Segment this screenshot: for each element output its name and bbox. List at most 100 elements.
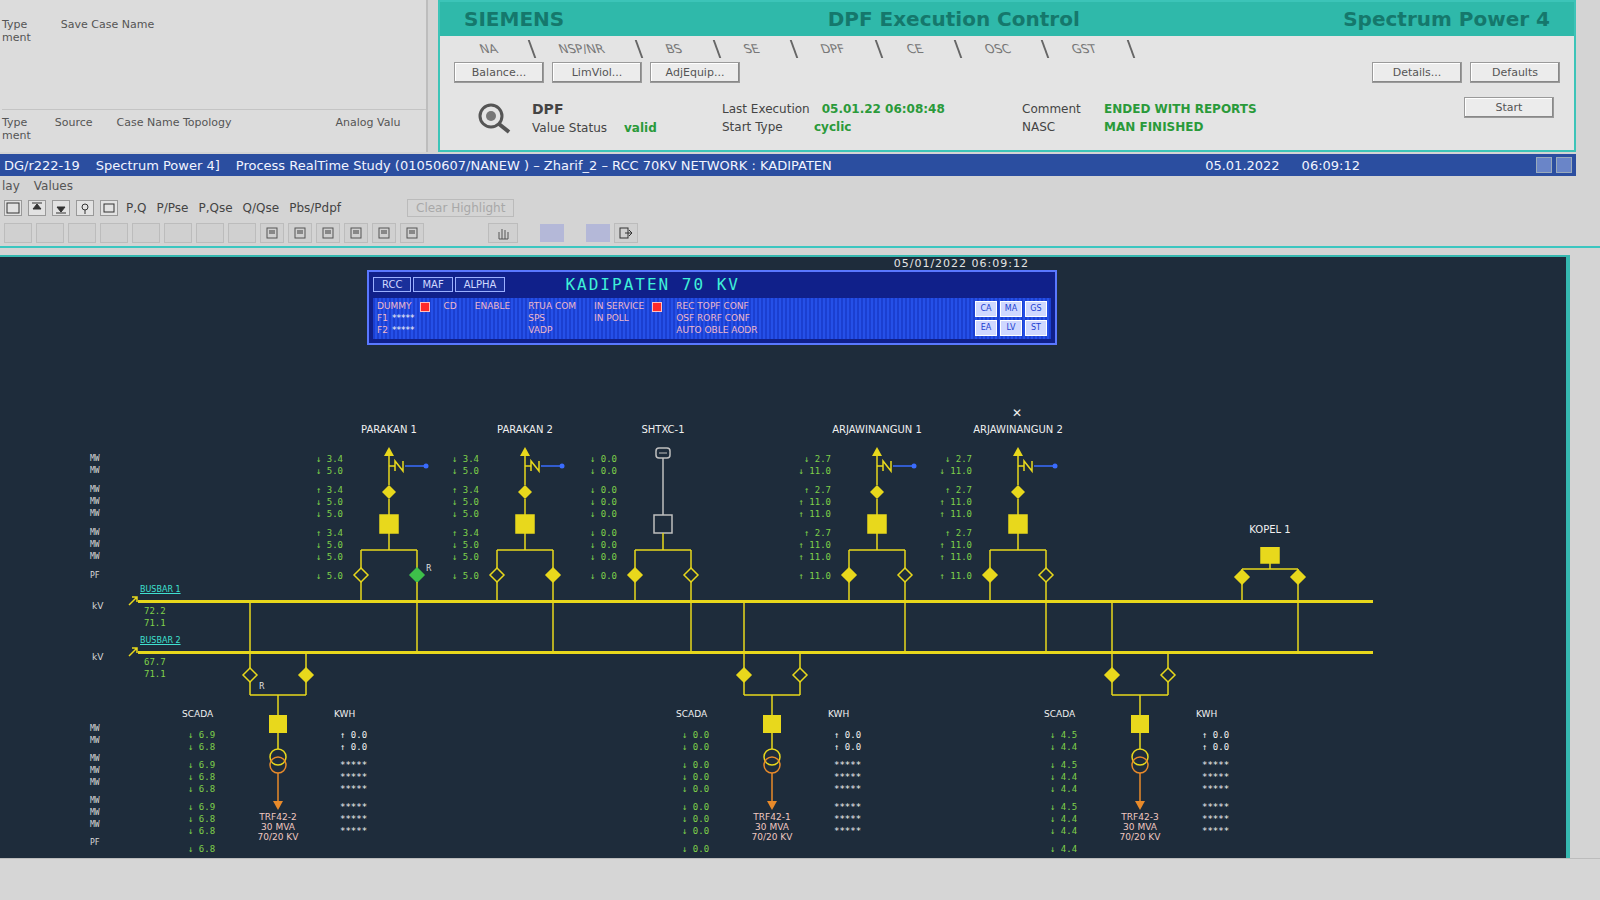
tool-icon[interactable] (372, 223, 396, 243)
display-mode-button[interactable]: P,Qse (196, 201, 234, 215)
case-column-header[interactable]: Analog Valu (336, 116, 401, 142)
breaker-icon[interactable] (763, 715, 781, 733)
measurement-value: ↑ 11.0 (787, 508, 831, 520)
disconnector-icon[interactable] (793, 652, 807, 682)
tool-button[interactable] (36, 223, 64, 243)
panel-button[interactable]: Details... (1372, 62, 1462, 83)
tab[interactable]: OSC (955, 40, 1049, 58)
case-column-header[interactable]: Typement (2, 116, 31, 142)
title-part: Spectrum Power 4] (96, 158, 220, 173)
breaker-icon[interactable] (1131, 715, 1149, 733)
transformer-bay[interactable]: SCADA↓ 0.0↓ 0.0↓ 0.0↓ 0.0↓ 0.0↓ 0.0↓ 0.0… (682, 597, 874, 855)
busbar[interactable]: BUSBAR 1 (128, 584, 1373, 606)
tab[interactable]: NA (451, 40, 537, 58)
tool-icon[interactable] (400, 223, 424, 243)
nav-button[interactable]: RCC (373, 277, 411, 292)
flag-button[interactable]: LV (1000, 320, 1022, 336)
case-column-header[interactable]: Case Name Topology (117, 116, 232, 142)
disconnector-icon[interactable] (842, 568, 856, 601)
tab[interactable]: BS (637, 40, 721, 58)
disconnector-icon[interactable] (628, 568, 642, 601)
menu-item[interactable]: lay (2, 179, 20, 193)
display-mode-button[interactable]: P,Q (124, 201, 149, 215)
start-button[interactable]: Start (1464, 97, 1554, 118)
tab[interactable]: GST (1043, 40, 1136, 58)
exit-icon[interactable] (614, 223, 638, 243)
disconnector-icon[interactable] (546, 568, 560, 652)
feeder-bay[interactable]: ↓ 3.4↓ 5.0↑ 3.4↓ 5.0↓ 5.0↑ 3.4↓ 5.0↓ 5.0… (435, 423, 569, 654)
color-swatch[interactable] (540, 224, 564, 242)
flag-button[interactable]: ST (1025, 320, 1047, 336)
disconnector-icon[interactable]: R (410, 564, 432, 652)
disconnector-icon[interactable] (684, 568, 698, 652)
case-column-header[interactable]: Typement (2, 18, 31, 44)
tool-icon[interactable] (260, 223, 284, 243)
disconnector-icon[interactable] (1161, 652, 1175, 682)
tool-button[interactable] (228, 223, 256, 243)
panel-button[interactable]: LimViol... (552, 62, 642, 83)
frame-icon[interactable] (100, 200, 118, 216)
disconnector-icon[interactable] (1291, 570, 1305, 652)
tool-button[interactable] (132, 223, 160, 243)
tool-icon[interactable] (316, 223, 340, 243)
voltage-value: 71.1 (144, 668, 166, 680)
case-column-header[interactable]: Save Case Name (61, 18, 154, 44)
flag-button[interactable]: CA (975, 301, 997, 317)
nav-button[interactable]: MAF (413, 277, 452, 292)
tab[interactable]: CE (877, 40, 962, 58)
transformer-bay[interactable]: SCADA↓ 6.9↓ 6.8↓ 6.9↓ 6.8↓ 6.8↓ 6.9↓ 6.8… (188, 597, 380, 855)
breaker-icon[interactable] (1261, 547, 1279, 563)
move-up-icon[interactable] (28, 200, 46, 216)
disconnector-icon[interactable] (737, 601, 751, 682)
close-icon[interactable] (1556, 157, 1572, 173)
case-column-header[interactable]: Source (55, 116, 93, 142)
transformer-bay[interactable]: SCADA↓ 4.5↓ 4.4↓ 4.5↓ 4.4↓ 4.4↓ 4.5↓ 4.4… (1050, 597, 1242, 855)
disconnector-icon[interactable] (490, 568, 504, 601)
panel-button[interactable]: Balance... (454, 62, 544, 83)
flag-button[interactable]: GS (1025, 301, 1047, 317)
minimize-icon[interactable] (1536, 157, 1552, 173)
disconnector-icon[interactable] (354, 568, 368, 601)
breaker-icon[interactable] (269, 715, 287, 733)
clear-highlight-button[interactable]: Clear Highlight (407, 199, 514, 217)
display-mode-button[interactable]: Q/Qse (241, 201, 282, 215)
tool-button[interactable] (100, 223, 128, 243)
display-mode-button[interactable]: P/Pse (155, 201, 191, 215)
tab[interactable]: DPF (792, 40, 884, 58)
disconnector-icon[interactable] (1235, 570, 1249, 601)
menu-item[interactable]: Values (34, 179, 73, 193)
tool-icon[interactable] (344, 223, 368, 243)
measurement-value: ↓ 11.0 (787, 465, 831, 477)
display-mode-button[interactable]: Pbs/Pdpf (287, 201, 343, 215)
tool-button[interactable] (4, 223, 32, 243)
tool-button[interactable] (164, 223, 192, 243)
flag-button[interactable]: EA (975, 320, 997, 336)
tool-button[interactable] (196, 223, 224, 243)
feeder-bay[interactable]: ↓ 3.4↓ 5.0↑ 3.4↓ 5.0↓ 5.0↑ 3.4↓ 5.0↓ 5.0… (299, 423, 433, 654)
disconnector-icon[interactable] (898, 568, 912, 652)
feeder-bay[interactable]: ↓ 2.7↓ 11.0↑ 2.7↑ 11.0↑ 11.0↑ 2.7↑ 11.0↑… (787, 423, 921, 654)
disconnector-icon[interactable] (299, 652, 313, 682)
disconnector-icon[interactable] (1105, 601, 1119, 682)
busbar[interactable]: BUSBAR 2 (128, 635, 1373, 657)
disconnector-icon[interactable]: R (243, 601, 265, 691)
hand-tool-icon[interactable] (488, 223, 518, 243)
pin-icon[interactable] (76, 200, 94, 216)
tool-icon[interactable] (288, 223, 312, 243)
color-swatch[interactable] (586, 224, 610, 242)
tab[interactable]: SE (715, 40, 799, 58)
feeder-bay[interactable]: ↓ 2.7↓ 11.0↑ 2.7↑ 11.0↑ 11.0↑ 2.7↑ 11.0↑… (928, 423, 1062, 654)
tool-button[interactable] (68, 223, 96, 243)
feeder-bay[interactable]: ↓ 0.0↓ 0.0↓ 0.0↓ 0.0↓ 0.0↓ 0.0↓ 0.0↓ 0.0… (573, 423, 707, 654)
flag-button[interactable]: MA (1000, 301, 1022, 317)
meter-value: ***** (834, 813, 874, 825)
nav-button[interactable]: ALPHA (455, 277, 506, 292)
move-down-icon[interactable] (52, 200, 70, 216)
panel-button[interactable]: AdjEquip... (650, 62, 740, 83)
disconnector-icon[interactable] (983, 568, 997, 601)
disconnector-icon[interactable] (1039, 568, 1053, 652)
feeder-bay[interactable]: KOPEL 1 (1180, 523, 1314, 654)
tab[interactable]: NSP/NR (530, 40, 644, 58)
panel-button[interactable]: Defaults (1470, 62, 1560, 83)
window-icon[interactable] (4, 200, 22, 216)
